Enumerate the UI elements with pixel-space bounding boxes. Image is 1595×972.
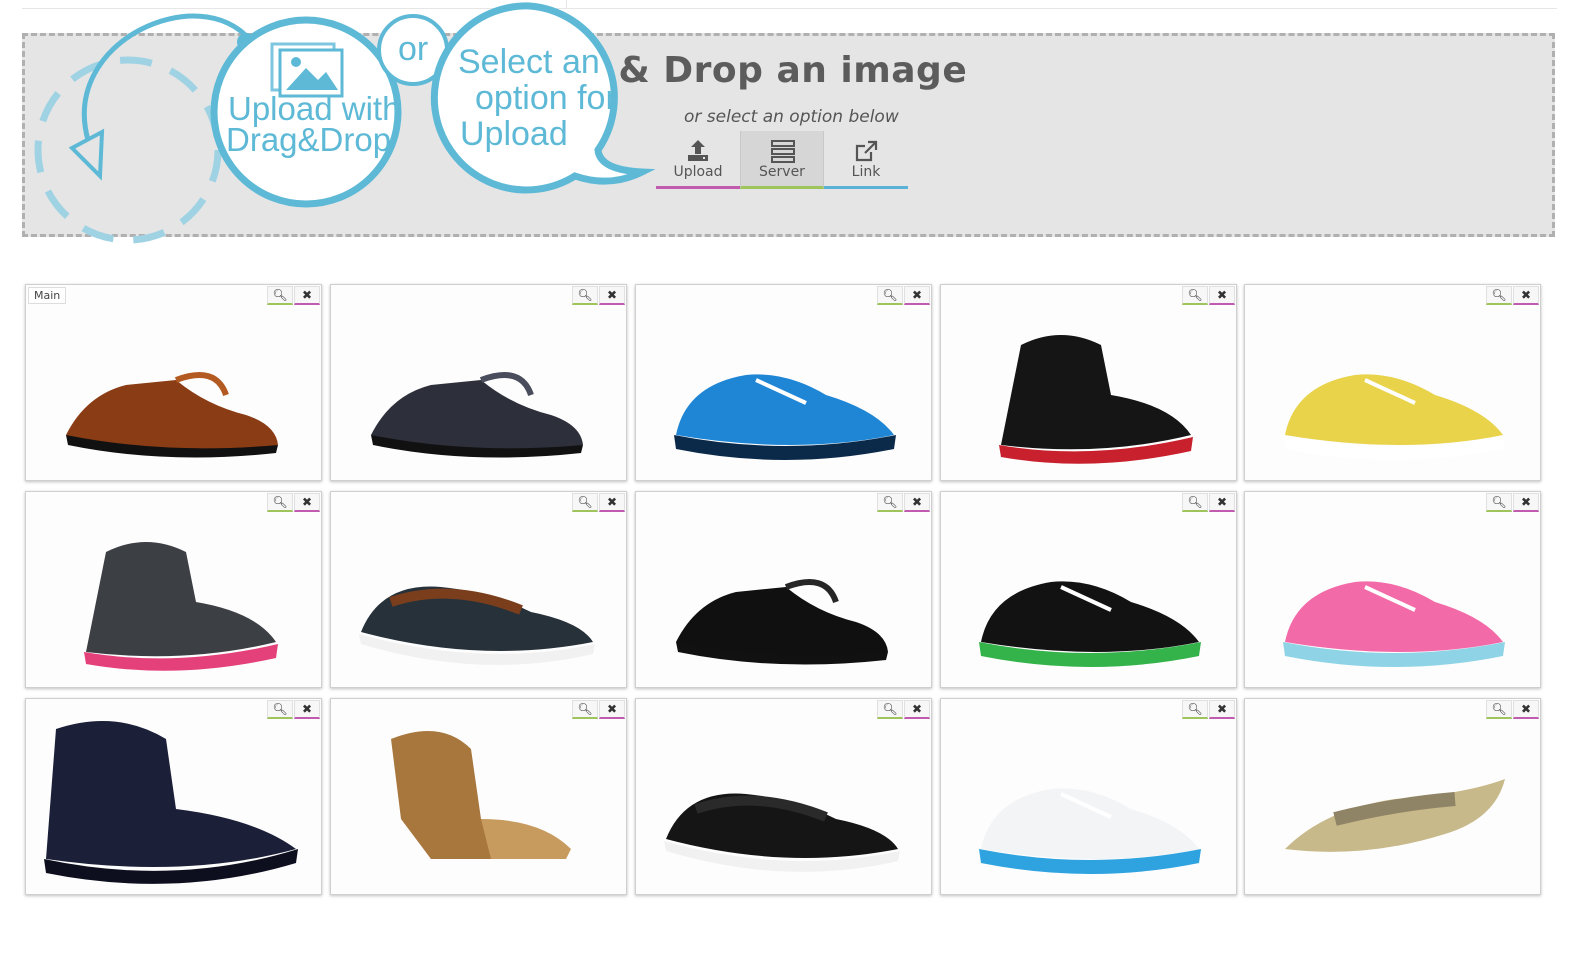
gallery-item[interactable]: 🔍︎ ✖ [635,491,932,688]
server-icon [741,139,823,163]
upload-option-label: Upload [673,164,723,180]
zoom-in-icon[interactable]: 🔍︎ [267,700,293,719]
zoom-in-icon[interactable]: 🔍︎ [1486,700,1512,719]
upload-option-button[interactable]: Upload [656,131,740,189]
gallery-item[interactable]: 🔍︎ ✖ [330,491,627,688]
close-icon[interactable]: ✖ [904,493,930,512]
zoom-in-icon[interactable]: 🔍︎ [877,286,903,305]
shoe-image [979,581,1201,667]
close-icon[interactable]: ✖ [1209,286,1235,305]
shoe-image [371,372,583,458]
gallery-item[interactable]: 🔍︎ ✖ [25,491,322,688]
shoe-image [664,793,900,872]
close-icon[interactable]: ✖ [1513,286,1539,305]
gallery-item[interactable]: 🔍︎ ✖ [635,698,932,895]
zoom-in-icon[interactable]: 🔍︎ [572,493,598,512]
link-option-label: Link [851,164,881,180]
shoe-image [44,721,298,884]
server-option-button[interactable]: Server [740,131,824,189]
top-divider-tick [566,0,567,9]
shoe-image [676,579,888,665]
gallery-item[interactable]: 🔍︎ ✖ [940,698,1237,895]
shoe-image [1283,581,1505,667]
gallery-item[interactable]: 🔍︎ ✖ [635,284,932,481]
zoom-in-icon[interactable]: 🔍︎ [267,493,293,512]
zoom-in-icon[interactable]: 🔍︎ [877,700,903,719]
external-link-icon [824,139,908,163]
shoe-image [66,372,278,458]
zoom-in-icon[interactable]: 🔍︎ [877,493,903,512]
shoe-image [391,731,571,859]
gallery-item[interactable]: 🔍︎ ✖ [940,491,1237,688]
zoom-in-icon[interactable]: 🔍︎ [1182,286,1208,305]
close-icon[interactable]: ✖ [599,493,625,512]
zoom-in-icon[interactable]: 🔍︎ [572,286,598,305]
close-icon[interactable]: ✖ [294,286,320,305]
close-icon[interactable]: ✖ [904,286,930,305]
close-icon[interactable]: ✖ [599,286,625,305]
close-icon[interactable]: ✖ [1513,493,1539,512]
shoe-image [84,542,278,671]
gallery-item[interactable]: 🔍︎ ✖ [1244,491,1541,688]
close-icon[interactable]: ✖ [599,700,625,719]
shoe-image [1285,779,1505,852]
close-icon[interactable]: ✖ [1209,700,1235,719]
upload-icon [656,139,740,163]
shoe-image [979,788,1201,874]
close-icon[interactable]: ✖ [294,700,320,719]
gallery-item[interactable]: 🔍︎ ✖ [330,284,627,481]
shoe-image [999,335,1193,464]
top-divider [22,8,1557,9]
shoe-image [1283,374,1505,460]
dropzone-title: rag & Drop an image [536,50,968,91]
gallery-item[interactable]: 🔍︎ ✖ Main [25,284,322,481]
main-image-badge: Main [28,287,67,304]
shoe-image [359,586,595,665]
zoom-in-icon[interactable]: 🔍︎ [1486,286,1512,305]
gallery-item[interactable]: 🔍︎ ✖ [25,698,322,895]
gallery-item[interactable]: 🔍︎ ✖ [1244,698,1541,895]
close-icon[interactable]: ✖ [294,493,320,512]
gallery-item[interactable]: 🔍︎ ✖ [1244,284,1541,481]
link-option-button[interactable]: Link [824,131,908,189]
shoe-image [674,374,896,460]
dropzone-subtitle: or select an option below [684,107,899,127]
close-icon[interactable]: ✖ [1513,700,1539,719]
gallery-item[interactable]: 🔍︎ ✖ [330,698,627,895]
server-option-label: Server [759,164,805,180]
close-icon[interactable]: ✖ [1209,493,1235,512]
zoom-in-icon[interactable]: 🔍︎ [1486,493,1512,512]
close-icon[interactable]: ✖ [904,700,930,719]
zoom-in-icon[interactable]: 🔍︎ [267,286,293,305]
gallery-item[interactable]: 🔍︎ ✖ [940,284,1237,481]
zoom-in-icon[interactable]: 🔍︎ [572,700,598,719]
zoom-in-icon[interactable]: 🔍︎ [1182,493,1208,512]
zoom-in-icon[interactable]: 🔍︎ [1182,700,1208,719]
